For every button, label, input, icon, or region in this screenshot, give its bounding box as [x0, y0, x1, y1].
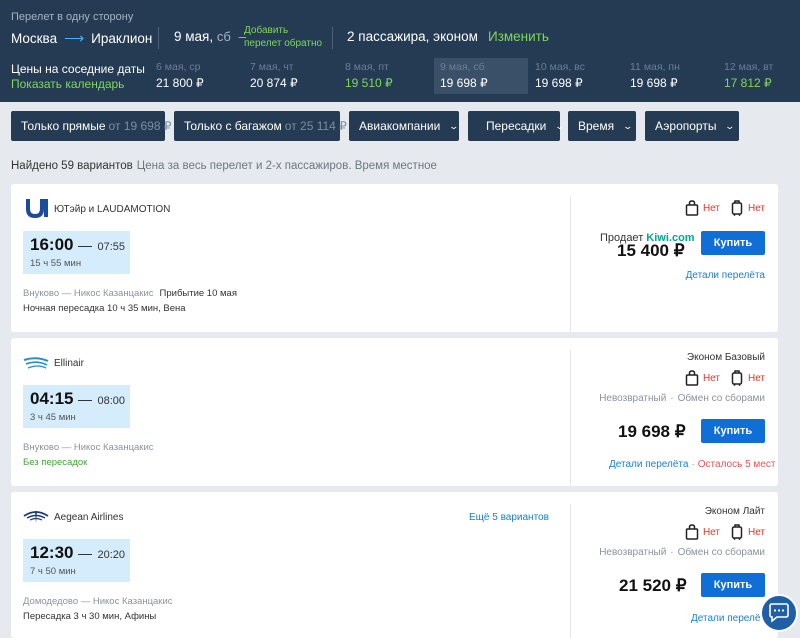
arrival-note: Прибытие 10 мая	[159, 288, 237, 299]
baggage-info: Нет Нет	[675, 200, 765, 216]
filter-transfers-dropdown[interactable]: Пересадки ⌄	[468, 111, 565, 141]
trip-type-label: Перелет в одну сторону	[11, 11, 134, 23]
flight-card[interactable]: Aegean Airlines Ещё 5 вариантов 12:30 20:…	[11, 492, 778, 638]
chat-support-button[interactable]	[760, 594, 798, 632]
flight-duration: 15 ч 55 мин	[30, 258, 82, 269]
departure-time: 04:15	[30, 389, 74, 408]
fare-conditions: Невозвратный · Обмен со сборами	[599, 547, 765, 558]
airline-name: Aegean Airlines	[54, 512, 124, 523]
filter-time-dropdown[interactable]: Время ⌄	[568, 111, 636, 141]
divider	[332, 27, 333, 49]
origin-city[interactable]: Москва	[11, 31, 57, 46]
departure-time: 16:00	[30, 235, 74, 254]
arrival-time: 07:55	[97, 241, 126, 253]
filter-direct-button[interactable]: Только прямые от 19 698 ₽	[11, 111, 171, 141]
calendar-day-selected[interactable]: 9 мая, сб 19 698 ₽	[434, 58, 528, 94]
airports: Домодедово — Никос Казанцакис	[23, 596, 173, 607]
buy-button[interactable]: Купить	[701, 231, 765, 255]
flight-details-link[interactable]: Детали перелёта · Осталось 5 мест	[609, 459, 775, 470]
hand-bag-icon	[685, 200, 699, 216]
transfer-info: Пересадка 3 ч 30 мин, Афины	[23, 611, 157, 622]
fare-name: Эконом Лайт	[704, 506, 765, 517]
add-return-link[interactable]: Добавить перелет обратно	[244, 24, 324, 50]
chat-bubble-icon	[769, 603, 789, 623]
nearby-dates-label: Цены на соседние даты	[11, 62, 145, 76]
seats-left: Осталось 5 мест	[697, 459, 776, 470]
suitcase-icon	[731, 524, 743, 540]
chevron-down-icon: ⌄	[554, 120, 566, 131]
airports: Внуково — Никос Казанцакис Прибытие 10 ма…	[23, 288, 237, 299]
baggage-info: Нет Нет	[675, 370, 765, 386]
destination-city[interactable]: Ираклион	[91, 31, 152, 46]
show-calendar-link[interactable]: Показать календарь	[11, 77, 124, 91]
transfer-info: Без пересадок	[23, 457, 88, 468]
flight-duration: 3 ч 45 мин	[30, 412, 76, 423]
calendar-day[interactable]: 11 мая, пн 19 698 ₽	[624, 58, 718, 94]
filter-airlines-dropdown[interactable]: Авиакомпании ⌄	[349, 111, 459, 141]
ticket-price: 15 400 ₽	[617, 241, 685, 260]
arrow-right-icon: ⟶	[64, 29, 85, 46]
aegean-logo-icon	[23, 511, 49, 523]
arrival-time: 08:00	[97, 395, 126, 407]
chevron-down-icon: ⌄	[448, 120, 460, 131]
transfer-info: Ночная пересадка 10 ч 35 мин, Вена	[23, 303, 186, 314]
hand-bag-icon	[685, 524, 699, 540]
buy-button[interactable]: Купить	[701, 573, 765, 597]
filter-baggage-button[interactable]: Только с багажом от 25 114 ₽	[174, 111, 347, 141]
buy-button[interactable]: Купить	[701, 419, 765, 443]
departure-time: 12:30	[30, 543, 74, 562]
calendar-day[interactable]: 10 мая, вс 19 698 ₽	[529, 58, 623, 94]
search-header: Перелет в одну сторону Москва ⟶ Ираклион…	[0, 0, 800, 102]
airline-name: ЮТэйр и LAUDAMOTION	[54, 204, 171, 215]
time-box: 16:00 07:55 15 ч 55 мин	[23, 231, 130, 274]
fare-conditions: Невозвратный · Обмен со сборами	[599, 393, 765, 404]
suitcase-icon	[731, 200, 743, 216]
utair-logo-icon	[26, 199, 48, 218]
departure-date[interactable]: 9 мая, сб –	[174, 29, 246, 44]
calendar-day[interactable]: 6 мая, ср 21 800 ₽	[150, 58, 244, 94]
change-search-link[interactable]: Изменить	[488, 29, 549, 44]
time-box: 12:30 20:20 7 ч 50 мин	[23, 539, 130, 582]
calendar-day[interactable]: 8 мая, пт 19 510 ₽	[339, 58, 433, 94]
flight-card[interactable]: ЮТэйр и LAUDAMOTION 16:00 07:55 15 ч 55 м…	[11, 184, 778, 332]
flight-details-link[interactable]: Детали перелёта	[686, 270, 765, 281]
time-box: 04:15 08:00 3 ч 45 мин	[23, 385, 130, 428]
route[interactable]: Москва ⟶ Ираклион	[11, 29, 152, 47]
filter-airports-dropdown[interactable]: Аэропорты ⌄	[645, 111, 739, 141]
results-summary: Найдено 59 вариантов Цена за весь перелет…	[11, 160, 437, 172]
chevron-down-icon: ⌄	[622, 120, 634, 131]
baggage-info: Нет Нет	[675, 524, 765, 540]
calendar-day[interactable]: 12 мая, вт 17 812 ₽	[718, 58, 800, 94]
ticket-price: 21 520 ₽	[619, 576, 687, 595]
fare-name: Эконом Базовый	[686, 352, 765, 363]
flight-duration: 7 ч 50 мин	[30, 566, 76, 577]
passengers-class[interactable]: 2 пассажира, эконом	[347, 29, 478, 44]
ticket-price: 19 698 ₽	[618, 422, 686, 441]
hand-bag-icon	[685, 370, 699, 386]
suitcase-icon	[731, 370, 743, 386]
chevron-down-icon: ⌄	[724, 120, 736, 131]
flight-card[interactable]: Ellinair 04:15 08:00 3 ч 45 мин Внуково —…	[11, 338, 778, 486]
divider	[158, 27, 159, 49]
airline-name: Ellinair	[54, 358, 85, 369]
flight-details-link[interactable]: Детали перелёта	[691, 613, 770, 624]
airports: Внуково — Никос Казанцакис	[23, 442, 154, 453]
calendar-day[interactable]: 7 мая, чт 20 874 ₽	[244, 58, 338, 94]
more-variants-link[interactable]: Ещё 5 вариантов	[469, 512, 549, 523]
ellinair-logo-icon	[23, 357, 49, 369]
arrival-time: 20:20	[97, 549, 126, 561]
